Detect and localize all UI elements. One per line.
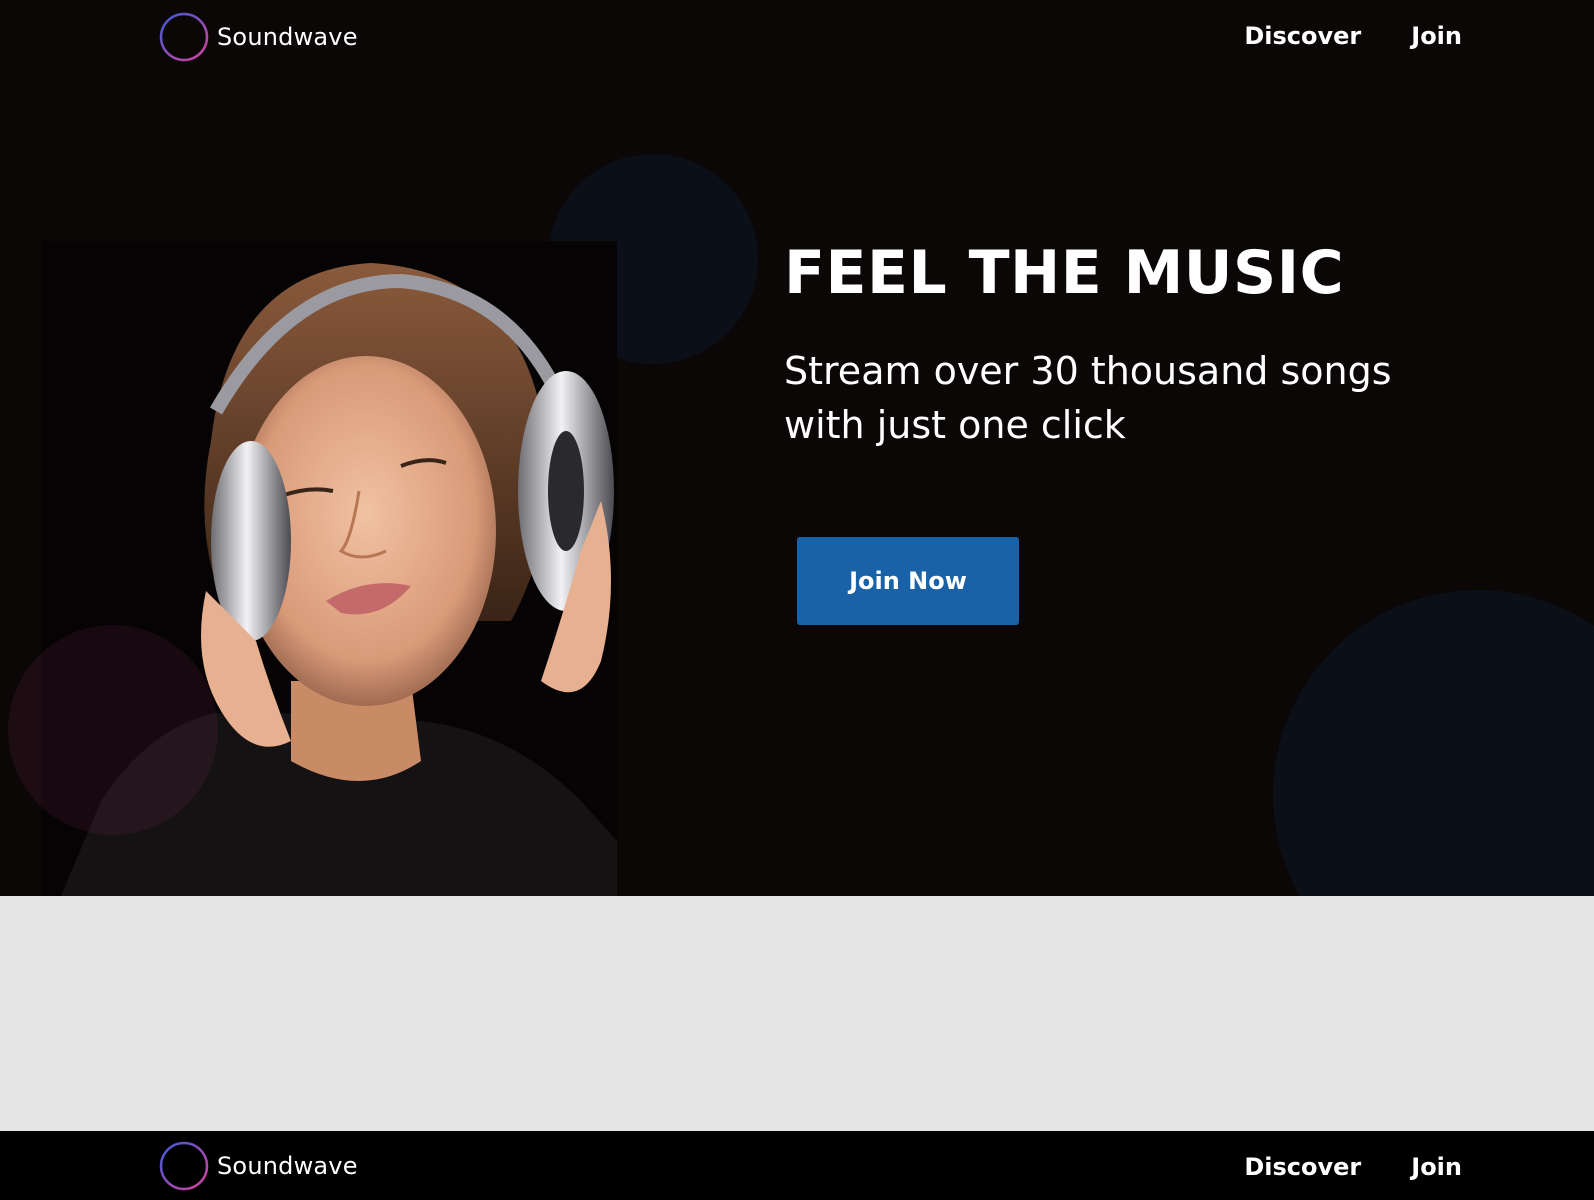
nav-links: Discover Join — [1244, 22, 1462, 50]
nav-link-join[interactable]: Join — [1411, 22, 1462, 50]
footer-navbar: Soundwave Discover Join — [0, 1131, 1594, 1200]
decorative-circle-bottom-right — [1273, 590, 1594, 896]
top-navbar: Soundwave Discover Join — [0, 0, 1594, 76]
footer-link-discover[interactable]: Discover — [1244, 1153, 1361, 1181]
footer-link-join[interactable]: Join — [1411, 1153, 1462, 1181]
join-now-button[interactable]: Join Now — [797, 537, 1019, 625]
hero-subheadline: Stream over 30 thousand songs with just … — [784, 349, 1392, 447]
footer-nav-links: Discover Join — [1244, 1153, 1462, 1181]
footer-brand[interactable]: Soundwave — [159, 1141, 358, 1191]
hero-headline: FEEL THE MUSIC — [784, 238, 1345, 308]
brand-name: Soundwave — [217, 23, 358, 51]
nav-link-discover[interactable]: Discover — [1244, 22, 1361, 50]
decorative-circle-left — [8, 625, 218, 835]
footer-brand-name: Soundwave — [217, 1152, 358, 1180]
brand[interactable]: Soundwave — [159, 12, 358, 62]
soundwave-logo-icon — [159, 12, 209, 62]
hero-section: FEEL THE MUSIC Stream over 30 thousand s… — [0, 0, 1594, 896]
soundwave-logo-icon — [159, 1141, 209, 1191]
